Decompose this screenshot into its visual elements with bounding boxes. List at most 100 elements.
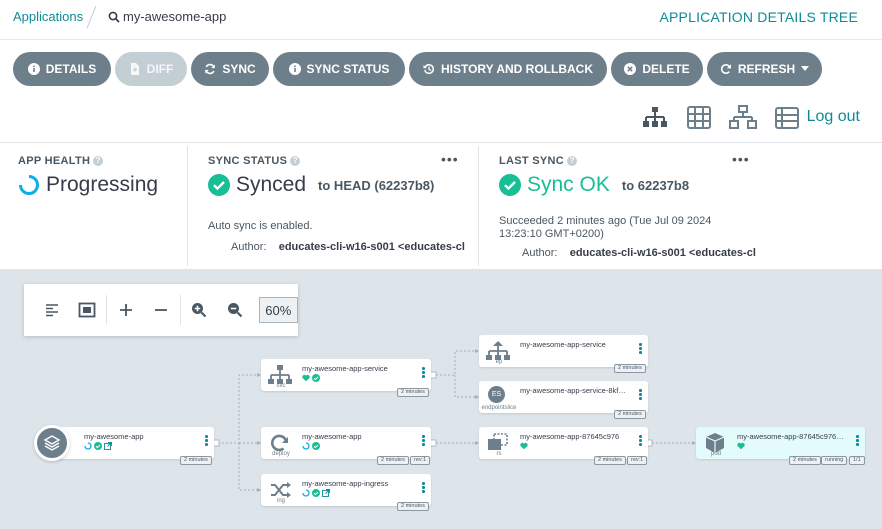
pods-grid-view-icon[interactable]: [685, 105, 713, 131]
sync-status-title: SYNC STATUS?: [208, 155, 301, 167]
endpointslice-badge-icon: ES: [488, 386, 505, 403]
page-title: APPLICATION DETAILS TREE: [659, 9, 858, 25]
healthy-heart-icon: [737, 442, 745, 450]
app-node[interactable]: my-awesome-app: [50, 427, 214, 459]
node-menu-icon[interactable]: [422, 482, 425, 493]
last-sync-target: to 62237b8: [621, 177, 690, 193]
external-link-icon[interactable]: [322, 489, 330, 497]
sync-button[interactable]: SYNC: [191, 52, 269, 86]
action-toolbar: DETAILS DIFF SYNC SYNC STATUS HISTORY AN…: [0, 41, 882, 143]
tree-view-icon[interactable]: [641, 105, 669, 131]
zoom-in-button[interactable]: [182, 292, 217, 328]
diff-button[interactable]: DIFF: [115, 52, 187, 86]
help-icon[interactable]: ?: [93, 156, 104, 167]
sync-status-button[interactable]: SYNC STATUS: [273, 52, 405, 86]
app-health-title: APP HEALTH?: [18, 155, 104, 167]
plus-icon: [119, 304, 132, 316]
breadcrumb-current[interactable]: my-awesome-app: [108, 8, 226, 24]
last-sync-text: Sync OK: [527, 173, 610, 196]
sync-status-value: Synced to HEAD (62237b8): [208, 173, 434, 197]
app-health-status: Progressing: [18, 173, 158, 197]
node-status: [302, 374, 320, 382]
application-icon: [34, 425, 70, 461]
zoom-level[interactable]: 60%: [258, 297, 298, 323]
top-bar: Applications my-awesome-app APPLICATION …: [0, 0, 882, 40]
synced-icon: [94, 442, 102, 450]
last-sync-author: Author: educates-cli-w16-s001 <educates-…: [522, 247, 756, 259]
node-name: my-awesome-app-ingress: [302, 479, 389, 488]
node-menu-icon[interactable]: [639, 389, 642, 400]
revision-tag: rev:1: [410, 456, 431, 465]
sync-author-value: educates-cli-w16-s001 <educates-cl: [278, 241, 465, 253]
healthy-heart-icon: [520, 442, 528, 450]
app-health-status-text: Progressing: [46, 173, 159, 196]
resource-tree-graph[interactable]: 60% my-awesome-app 2 minutes svc my-awes…: [0, 269, 882, 529]
node-menu-icon[interactable]: [205, 435, 208, 446]
node-kind: pod: [710, 451, 721, 457]
zoom-out-button[interactable]: [217, 292, 252, 328]
info-icon: [288, 63, 301, 75]
node-menu-icon[interactable]: [422, 367, 425, 378]
last-sync-value: Sync OK to 62237b8: [499, 173, 689, 197]
status-panels: APP HEALTH? Progressing SYNC STATUS? •••…: [0, 143, 882, 269]
help-icon[interactable]: ?: [290, 156, 301, 167]
pod-node[interactable]: pod my-awesome-app-87645c976…: [696, 427, 865, 459]
external-link-icon[interactable]: [104, 442, 112, 450]
age-tag: 2 minutes: [789, 456, 821, 465]
logout-link[interactable]: Log out: [807, 108, 860, 126]
times-circle-icon: [624, 63, 637, 75]
node-menu-icon[interactable]: [422, 435, 425, 446]
synced-icon: [312, 374, 320, 382]
pod-ready-tag: 1/1: [849, 456, 865, 465]
node-status: [84, 442, 112, 450]
breadcrumb-applications-link[interactable]: Applications: [13, 9, 83, 24]
last-sync-author-label: Author:: [522, 247, 558, 259]
history-rollback-button[interactable]: HISTORY AND ROLLBACK: [409, 52, 607, 86]
sync-status-more-icon[interactable]: •••: [441, 151, 459, 167]
zoom-out-icon: [227, 303, 243, 318]
node-menu-icon[interactable]: [639, 435, 642, 446]
last-sync-more-icon[interactable]: •••: [732, 151, 750, 167]
age-tag: 2 minutes: [397, 388, 429, 397]
delete-button[interactable]: DELETE: [611, 52, 703, 86]
align-left-icon: [45, 304, 58, 317]
check-circle-icon: [208, 174, 230, 196]
details-button[interactable]: DETAILS: [13, 52, 111, 86]
endpointslice-node[interactable]: ES endpointslice my-awesome-app-service-…: [479, 381, 648, 413]
details-button-label: DETAILS: [45, 62, 97, 76]
node-menu-icon[interactable]: [639, 343, 642, 354]
view-switcher: [641, 105, 801, 131]
node-status: [302, 489, 330, 497]
node-name: my-awesome-app-service: [302, 364, 388, 373]
last-sync-title-text: LAST SYNC: [499, 155, 565, 167]
node-menu-icon[interactable]: [856, 435, 859, 446]
service-node[interactable]: svc my-awesome-app-service: [261, 359, 431, 391]
expand-button[interactable]: [108, 292, 143, 328]
sync-button-label: SYNC: [222, 62, 256, 76]
deployment-node[interactable]: deploy my-awesome-app: [261, 427, 431, 459]
delete-button-label: DELETE: [642, 62, 690, 76]
list-view-icon[interactable]: [773, 105, 801, 131]
replicaset-node[interactable]: rs my-awesome-app-87645c976: [479, 427, 648, 459]
layers-icon: [43, 435, 61, 451]
node-kind: endpointslice: [481, 405, 517, 411]
age-tag: 2 minutes: [180, 456, 212, 465]
node-status: [520, 442, 528, 450]
progressing-icon: [302, 489, 310, 497]
collapse-button[interactable]: [143, 292, 178, 328]
last-sync-title: LAST SYNC?: [499, 155, 578, 167]
panel-divider: [478, 146, 479, 266]
fit-screen-button[interactable]: [69, 292, 104, 328]
node-name: my-awesome-app: [302, 432, 362, 441]
zoom-in-icon: [192, 303, 207, 318]
search-icon: [108, 11, 120, 23]
node-name: my-awesome-app: [84, 432, 144, 441]
endpoints-node[interactable]: ep my-awesome-app-service: [479, 335, 648, 367]
age-tag: 2 minutes: [397, 502, 429, 511]
network-view-icon[interactable]: [729, 105, 757, 131]
help-icon[interactable]: ?: [567, 156, 578, 167]
refresh-button[interactable]: REFRESH: [707, 52, 822, 86]
node-kind: ing: [276, 498, 285, 504]
breadcrumb-current-label: my-awesome-app: [123, 9, 227, 25]
align-left-button[interactable]: [34, 292, 69, 328]
